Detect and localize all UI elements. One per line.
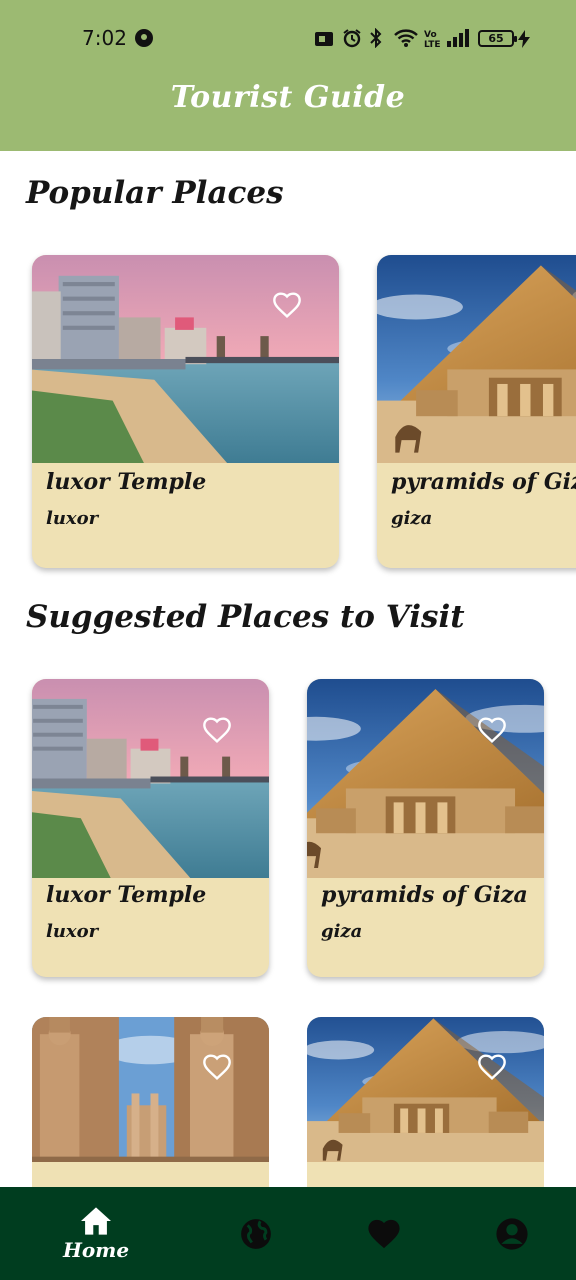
globe-icon: [241, 1218, 271, 1249]
suggested-card-statues[interactable]: [32, 1017, 269, 1187]
place-image: [32, 679, 269, 878]
bluetooth-icon: [370, 28, 382, 48]
suggested-places-heading: Suggested Places to Visit: [26, 599, 465, 635]
favorite-heart-icon[interactable]: [475, 714, 509, 746]
popular-card-luxor[interactable]: luxor Temple luxor: [32, 255, 339, 568]
place-image: [307, 1017, 544, 1162]
nav-profile[interactable]: [480, 1187, 544, 1280]
place-image: [377, 255, 576, 463]
charging-icon: [518, 30, 530, 48]
media-icon: [315, 32, 333, 46]
popular-places-heading: Popular Places: [26, 175, 284, 211]
favorite-heart-icon[interactable]: [270, 289, 304, 321]
home-icon: [81, 1206, 111, 1235]
nav-home[interactable]: Home: [48, 1187, 144, 1280]
app-notification-icon: [135, 29, 153, 47]
place-city: giza: [391, 508, 433, 529]
app-header: 7:02 Vo LTE 65 Tourist Guide: [0, 0, 576, 151]
battery-icon: 65: [478, 30, 517, 47]
app-title: Tourist Guide: [170, 80, 406, 115]
suggested-card-pyramid-2[interactable]: [307, 1017, 544, 1187]
nav-favorites[interactable]: [352, 1187, 416, 1280]
place-name: pyramids of Giza: [391, 469, 576, 495]
place-name: pyramids of Giza: [321, 882, 528, 908]
signal-icon: [447, 29, 469, 47]
popular-card-giza[interactable]: pyramids of Giza giza: [377, 255, 576, 568]
suggested-card-giza[interactable]: pyramids of Giza giza: [307, 679, 544, 977]
heart-icon: [368, 1219, 400, 1248]
alarm-icon: [343, 29, 361, 48]
place-city: luxor: [46, 508, 99, 529]
place-image: [32, 255, 339, 463]
account-icon: [496, 1217, 528, 1250]
bottom-navigation: Home: [0, 1187, 576, 1280]
place-city: giza: [321, 921, 363, 942]
favorite-heart-icon[interactable]: [200, 1051, 234, 1083]
volte-icon: VoLTE: [424, 30, 440, 48]
svg-text:LTE: LTE: [424, 40, 440, 48]
favorite-heart-icon[interactable]: [200, 714, 234, 746]
nav-explore[interactable]: [224, 1187, 288, 1280]
nav-home-label: Home: [62, 1237, 130, 1262]
favorite-heart-icon[interactable]: [475, 1051, 509, 1083]
place-name: luxor Temple: [46, 469, 207, 495]
place-image: [32, 1017, 269, 1162]
svg-text:Vo: Vo: [424, 30, 437, 40]
status-time: 7:02: [82, 26, 127, 50]
place-city: luxor: [46, 921, 99, 942]
wifi-icon: [394, 29, 418, 47]
place-name: luxor Temple: [46, 882, 207, 908]
place-image: [307, 679, 544, 878]
suggested-card-luxor[interactable]: luxor Temple luxor: [32, 679, 269, 977]
